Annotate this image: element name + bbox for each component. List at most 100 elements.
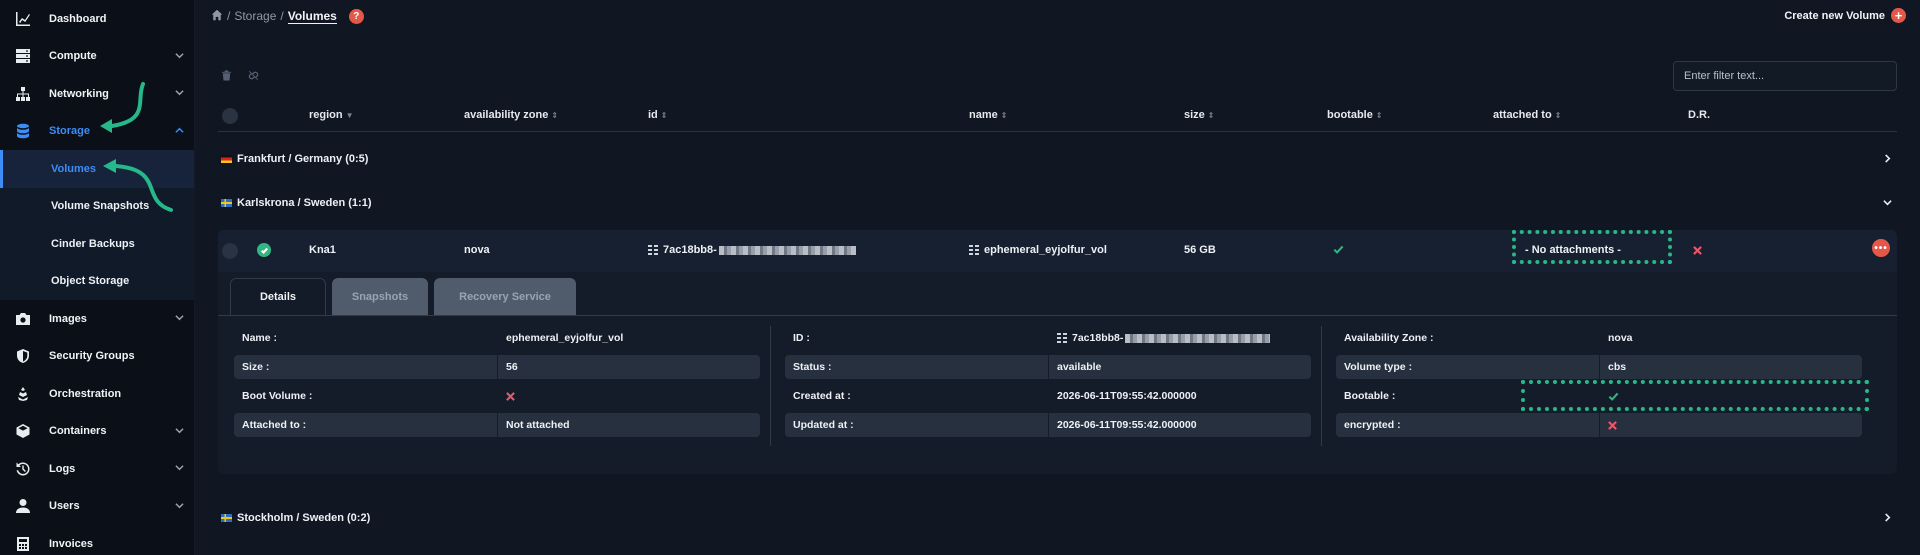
flag-sweden-icon: [221, 514, 232, 522]
tab-recovery-service[interactable]: Recovery Service: [434, 278, 576, 315]
column-header-size[interactable]: size ⇕: [1184, 109, 1215, 121]
column-header-name[interactable]: name ⇕: [969, 109, 1007, 121]
region-group-frankfurt[interactable]: Frankfurt / Germany (0:5): [218, 146, 1897, 172]
column-label: attached to: [1493, 109, 1552, 121]
sort-icon: ⇕: [660, 111, 668, 120]
detail-key: Boot Volume :: [234, 384, 498, 408]
tab-details[interactable]: Details: [230, 278, 326, 315]
breadcrumb-separator: /: [227, 9, 231, 23]
column-label: region: [309, 109, 343, 121]
sidebar-item-label: Orchestration: [49, 387, 122, 400]
topbar: / Storage / Volumes ? Create new Volume …: [195, 0, 1920, 32]
sidebar-item-orchestration[interactable]: Orchestration: [0, 375, 194, 413]
detail-value: Not attached: [506, 419, 570, 431]
column-label: id: [648, 109, 658, 121]
detail-key: Size :: [234, 355, 498, 379]
help-icon[interactable]: ?: [348, 8, 364, 24]
app: Dashboard Compute Networking Storage Vol…: [0, 0, 1920, 555]
select-all-radio[interactable]: [222, 108, 238, 124]
annotation-arrows: [100, 82, 173, 212]
sidebar-item-images[interactable]: Images: [0, 300, 194, 338]
detail-row-name: Name : ephemeral_eyjolfur_vol: [234, 326, 760, 350]
column-label: bootable: [1327, 109, 1373, 121]
sidebar-item-label: Logs: [49, 462, 76, 475]
detail-key: Name :: [234, 326, 498, 350]
detail-row-created: Created at : 2026-06-11T09:55:42.000000: [785, 384, 1311, 408]
bulk-toolbar: [221, 68, 259, 86]
column-label: name: [969, 109, 998, 121]
trash-icon[interactable]: [221, 68, 232, 86]
copy-grid-icon: [969, 245, 979, 255]
region-group-karlskrona[interactable]: Karlskrona / Sweden (1:1): [218, 190, 1897, 216]
column-header-attached-to[interactable]: attached to ⇕: [1493, 109, 1561, 121]
chevron-right-icon: [1883, 513, 1892, 525]
more-actions-button[interactable]: •••: [1872, 239, 1890, 257]
column-header-id[interactable]: id ⇕: [648, 109, 667, 121]
sort-icon: ⇕: [551, 111, 559, 120]
column-label: D.R.: [1688, 109, 1710, 121]
details-panel: Name : ephemeral_eyjolfur_vol Size : 56 Bo…: [218, 315, 1897, 474]
detach-icon[interactable]: [248, 68, 259, 86]
detail-row-attached-to: Attached to : Not attached: [234, 413, 760, 437]
chevron-down-icon: [175, 463, 184, 472]
flag-sweden-icon: [221, 199, 232, 207]
sidebar-item-logs[interactable]: Logs: [0, 450, 194, 488]
detail-key: Availability Zone :: [1336, 326, 1600, 350]
cell-size: 56 GB: [1184, 244, 1216, 256]
detail-row-updated: Updated at : 2026-06-11T09:55:42.000000: [785, 413, 1311, 437]
sidebar-item-label: Containers: [49, 425, 107, 438]
detail-row-boot-volume: Boot Volume :: [234, 384, 760, 408]
encrypted-x-icon: [1600, 413, 1862, 437]
detail-row-size: Size : 56: [234, 355, 760, 379]
detail-row-status: Status : available: [785, 355, 1311, 379]
sidebar-item-containers[interactable]: Containers: [0, 413, 194, 451]
detail-value: 2026-06-11T09:55:42.000000: [1057, 390, 1197, 402]
detail-key: Status :: [785, 355, 1049, 379]
detail-row-zone: Availability Zone : nova: [1336, 326, 1862, 350]
cell-region: Kna1: [309, 244, 336, 256]
sidebar-item-object-storage[interactable]: Object Storage: [0, 263, 194, 301]
annotation-arrow-volumes: [114, 164, 173, 212]
detail-value-id[interactable]: 7ac18bb8-: [1049, 326, 1311, 350]
sort-icon: ⇕: [1000, 111, 1008, 120]
detail-value: 56: [506, 361, 518, 373]
create-volume-button[interactable]: Create new Volume +: [1784, 8, 1906, 23]
detail-key: encrypted :: [1336, 413, 1600, 437]
column-header-bootable[interactable]: bootable ⇕: [1327, 109, 1383, 121]
column-header-region[interactable]: region ▼: [309, 109, 354, 121]
annotation-arrowhead: [100, 119, 112, 133]
detail-key: Created at :: [785, 384, 1049, 408]
main-content: / Storage / Volumes ? Create new Volume …: [195, 0, 1920, 555]
detail-value: nova: [1608, 332, 1633, 344]
boot-volume-x-icon: [498, 384, 760, 408]
filter-input[interactable]: [1673, 61, 1897, 91]
dr-disabled-icon: [1693, 246, 1702, 255]
sidebar-item-label: Invoices: [49, 537, 94, 550]
chevron-right-icon: [1883, 154, 1892, 166]
sidebar-item-cinder-backups[interactable]: Cinder Backups: [0, 225, 194, 263]
volume-card: Kna1 nova 7ac18bb8- ephemeral_eyjolfur_v…: [218, 230, 1897, 474]
annotation-highlight-bootable: [1521, 380, 1869, 411]
cell-id[interactable]: 7ac18bb8-: [648, 244, 856, 256]
shield-icon: [14, 348, 31, 365]
volume-id-prefix: 7ac18bb8-: [663, 244, 717, 256]
detail-key: Attached to :: [234, 413, 498, 437]
breadcrumb-storage[interactable]: Storage: [234, 9, 276, 23]
annotation-arrow-storage: [110, 82, 145, 128]
tab-snapshots[interactable]: Snapshots: [332, 278, 428, 315]
region-group-stockholm[interactable]: Stockholm / Sweden (0:2): [218, 505, 1897, 531]
home-icon[interactable]: [211, 9, 223, 24]
camera-icon: [14, 310, 31, 327]
column-header-availability-zone[interactable]: availability zone ⇕: [464, 109, 558, 121]
detail-key: ID :: [785, 326, 1049, 350]
sidebar-item-security-groups[interactable]: Security Groups: [0, 338, 194, 376]
chevron-down-icon: [1883, 198, 1892, 210]
cell-name[interactable]: ephemeral_eyjolfur_vol: [969, 244, 1107, 256]
sort-icon: ⇕: [1207, 111, 1215, 120]
sidebar-item-users[interactable]: Users: [0, 488, 194, 526]
sort-desc-icon: ▼: [345, 111, 354, 120]
orchestration-icon: [14, 385, 31, 402]
sidebar-item-invoices[interactable]: Invoices: [0, 525, 194, 555]
redacted-id: [1125, 333, 1271, 343]
row-select-radio[interactable]: [222, 243, 238, 259]
